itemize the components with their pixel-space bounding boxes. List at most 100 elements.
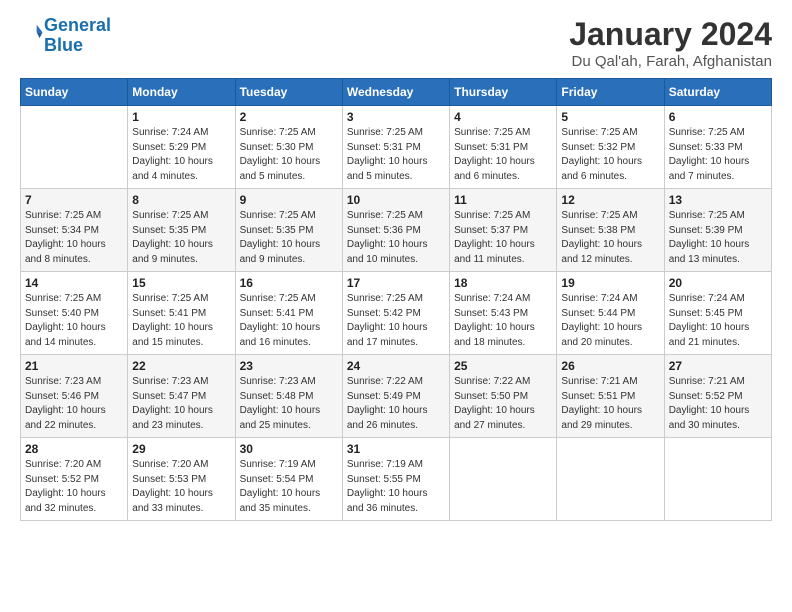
day-info: Sunrise: 7:25 AMSunset: 5:41 PMDaylight:… <box>132 292 230 350</box>
day-info: Sunrise: 7:25 AMSunset: 5:36 PMDaylight:… <box>347 209 445 267</box>
day-cell: 25 Sunrise: 7:22 AMSunset: 5:50 PMDayligh… <box>450 355 557 438</box>
day-cell: 11 Sunrise: 7:25 AMSunset: 5:37 PMDayligh… <box>450 189 557 272</box>
day-info: Sunrise: 7:24 AMSunset: 5:45 PMDaylight:… <box>669 292 767 350</box>
location: Du Qal'ah, Farah, Afghanistan <box>569 53 772 70</box>
day-info: Sunrise: 7:19 AMSunset: 5:55 PMDaylight:… <box>347 458 445 516</box>
day-info: Sunrise: 7:21 AMSunset: 5:52 PMDaylight:… <box>669 375 767 433</box>
title-block: January 2024 Du Qal'ah, Farah, Afghanist… <box>569 16 772 70</box>
day-info: Sunrise: 7:20 AMSunset: 5:53 PMDaylight:… <box>132 458 230 516</box>
day-info: Sunrise: 7:24 AMSunset: 5:43 PMDaylight:… <box>454 292 552 350</box>
day-cell: 21 Sunrise: 7:23 AMSunset: 5:46 PMDayligh… <box>21 355 128 438</box>
day-cell: 26 Sunrise: 7:21 AMSunset: 5:51 PMDayligh… <box>557 355 664 438</box>
header-day-friday: Friday <box>557 79 664 106</box>
day-number: 21 <box>25 359 123 373</box>
day-number: 10 <box>347 193 445 207</box>
day-info: Sunrise: 7:25 AMSunset: 5:32 PMDaylight:… <box>561 126 659 184</box>
day-cell: 13Sunrise: 7:25 AMSunset: 5:39 PMDayligh… <box>664 189 771 272</box>
day-number: 30 <box>240 442 338 456</box>
day-info: Sunrise: 7:25 AMSunset: 5:42 PMDaylight:… <box>347 292 445 350</box>
week-row-3: 14 Sunrise: 7:25 AMSunset: 5:40 PMDayligh… <box>21 272 772 355</box>
header-day-sunday: Sunday <box>21 79 128 106</box>
day-cell: 9 Sunrise: 7:25 AMSunset: 5:35 PMDaylight… <box>235 189 342 272</box>
week-row-4: 21 Sunrise: 7:23 AMSunset: 5:46 PMDayligh… <box>21 355 772 438</box>
day-number: 29 <box>132 442 230 456</box>
day-info: Sunrise: 7:24 AMSunset: 5:44 PMDaylight:… <box>561 292 659 350</box>
day-number: 13 <box>669 193 767 207</box>
day-cell: 10 Sunrise: 7:25 AMSunset: 5:36 PMDayligh… <box>342 189 449 272</box>
day-info: Sunrise: 7:25 AMSunset: 5:34 PMDaylight:… <box>25 209 123 267</box>
day-number: 19 <box>561 276 659 290</box>
day-cell: 3 Sunrise: 7:25 AMSunset: 5:31 PMDaylight… <box>342 106 449 189</box>
day-cell <box>450 438 557 521</box>
week-row-1: 1 Sunrise: 7:24 AMSunset: 5:29 PMDaylight… <box>21 106 772 189</box>
day-info: Sunrise: 7:25 AMSunset: 5:38 PMDaylight:… <box>561 209 659 267</box>
day-number: 27 <box>669 359 767 373</box>
day-info: Sunrise: 7:23 AMSunset: 5:46 PMDaylight:… <box>25 375 123 433</box>
day-number: 4 <box>454 110 552 124</box>
day-info: Sunrise: 7:22 AMSunset: 5:50 PMDaylight:… <box>454 375 552 433</box>
day-info: Sunrise: 7:25 AMSunset: 5:31 PMDaylight:… <box>347 126 445 184</box>
day-number: 9 <box>240 193 338 207</box>
day-cell: 2Sunrise: 7:25 AMSunset: 5:30 PMDaylight… <box>235 106 342 189</box>
day-info: Sunrise: 7:21 AMSunset: 5:51 PMDaylight:… <box>561 375 659 433</box>
header-day-monday: Monday <box>128 79 235 106</box>
day-cell <box>21 106 128 189</box>
day-cell: 4 Sunrise: 7:25 AMSunset: 5:31 PMDaylight… <box>450 106 557 189</box>
day-info: Sunrise: 7:25 AMSunset: 5:37 PMDaylight:… <box>454 209 552 267</box>
day-cell: 7Sunrise: 7:25 AMSunset: 5:34 PMDaylight… <box>21 189 128 272</box>
day-number: 3 <box>347 110 445 124</box>
day-cell: 24Sunrise: 7:22 AMSunset: 5:49 PMDayligh… <box>342 355 449 438</box>
day-cell <box>557 438 664 521</box>
day-number: 1 <box>132 110 230 124</box>
logo-icon <box>22 22 44 44</box>
header-row: SundayMondayTuesdayWednesdayThursdayFrid… <box>21 79 772 106</box>
day-cell: 27 Sunrise: 7:21 AMSunset: 5:52 PMDayligh… <box>664 355 771 438</box>
day-number: 11 <box>454 193 552 207</box>
day-cell: 20 Sunrise: 7:24 AMSunset: 5:45 PMDayligh… <box>664 272 771 355</box>
day-info: Sunrise: 7:25 AMSunset: 5:41 PMDaylight:… <box>240 292 338 350</box>
day-info: Sunrise: 7:20 AMSunset: 5:52 PMDaylight:… <box>25 458 123 516</box>
day-number: 2 <box>240 110 338 124</box>
header-day-wednesday: Wednesday <box>342 79 449 106</box>
page: General Blue January 2024 Du Qal'ah, Far… <box>0 0 792 612</box>
day-cell: 16Sunrise: 7:25 AMSunset: 5:41 PMDayligh… <box>235 272 342 355</box>
day-number: 26 <box>561 359 659 373</box>
day-info: Sunrise: 7:19 AMSunset: 5:54 PMDaylight:… <box>240 458 338 516</box>
day-number: 20 <box>669 276 767 290</box>
day-cell: 5 Sunrise: 7:25 AMSunset: 5:32 PMDaylight… <box>557 106 664 189</box>
header-day-tuesday: Tuesday <box>235 79 342 106</box>
day-info: Sunrise: 7:25 AMSunset: 5:31 PMDaylight:… <box>454 126 552 184</box>
header: General Blue January 2024 Du Qal'ah, Far… <box>20 16 772 70</box>
day-info: Sunrise: 7:25 AMSunset: 5:40 PMDaylight:… <box>25 292 123 350</box>
day-cell: 29 Sunrise: 7:20 AMSunset: 5:53 PMDayligh… <box>128 438 235 521</box>
week-row-2: 7Sunrise: 7:25 AMSunset: 5:34 PMDaylight… <box>21 189 772 272</box>
header-day-saturday: Saturday <box>664 79 771 106</box>
day-info: Sunrise: 7:25 AMSunset: 5:35 PMDaylight:… <box>132 209 230 267</box>
day-number: 23 <box>240 359 338 373</box>
calendar-table: SundayMondayTuesdayWednesdayThursdayFrid… <box>20 78 772 521</box>
day-cell: 17 Sunrise: 7:25 AMSunset: 5:42 PMDayligh… <box>342 272 449 355</box>
day-number: 31 <box>347 442 445 456</box>
day-info: Sunrise: 7:23 AMSunset: 5:48 PMDaylight:… <box>240 375 338 433</box>
day-number: 5 <box>561 110 659 124</box>
day-number: 17 <box>347 276 445 290</box>
day-number: 15 <box>132 276 230 290</box>
day-number: 14 <box>25 276 123 290</box>
day-info: Sunrise: 7:25 AMSunset: 5:35 PMDaylight:… <box>240 209 338 267</box>
day-number: 18 <box>454 276 552 290</box>
day-info: Sunrise: 7:24 AMSunset: 5:29 PMDaylight:… <box>132 126 230 184</box>
day-cell: 23 Sunrise: 7:23 AMSunset: 5:48 PMDayligh… <box>235 355 342 438</box>
day-number: 12 <box>561 193 659 207</box>
day-cell: 12 Sunrise: 7:25 AMSunset: 5:38 PMDayligh… <box>557 189 664 272</box>
day-cell: 28Sunrise: 7:20 AMSunset: 5:52 PMDayligh… <box>21 438 128 521</box>
day-info: Sunrise: 7:25 AMSunset: 5:33 PMDaylight:… <box>669 126 767 184</box>
header-day-thursday: Thursday <box>450 79 557 106</box>
day-cell: 15 Sunrise: 7:25 AMSunset: 5:41 PMDayligh… <box>128 272 235 355</box>
logo: General Blue <box>20 16 111 56</box>
day-cell: 30 Sunrise: 7:19 AMSunset: 5:54 PMDayligh… <box>235 438 342 521</box>
day-number: 22 <box>132 359 230 373</box>
day-cell <box>664 438 771 521</box>
month-title: January 2024 <box>569 16 772 53</box>
day-number: 25 <box>454 359 552 373</box>
day-number: 24 <box>347 359 445 373</box>
